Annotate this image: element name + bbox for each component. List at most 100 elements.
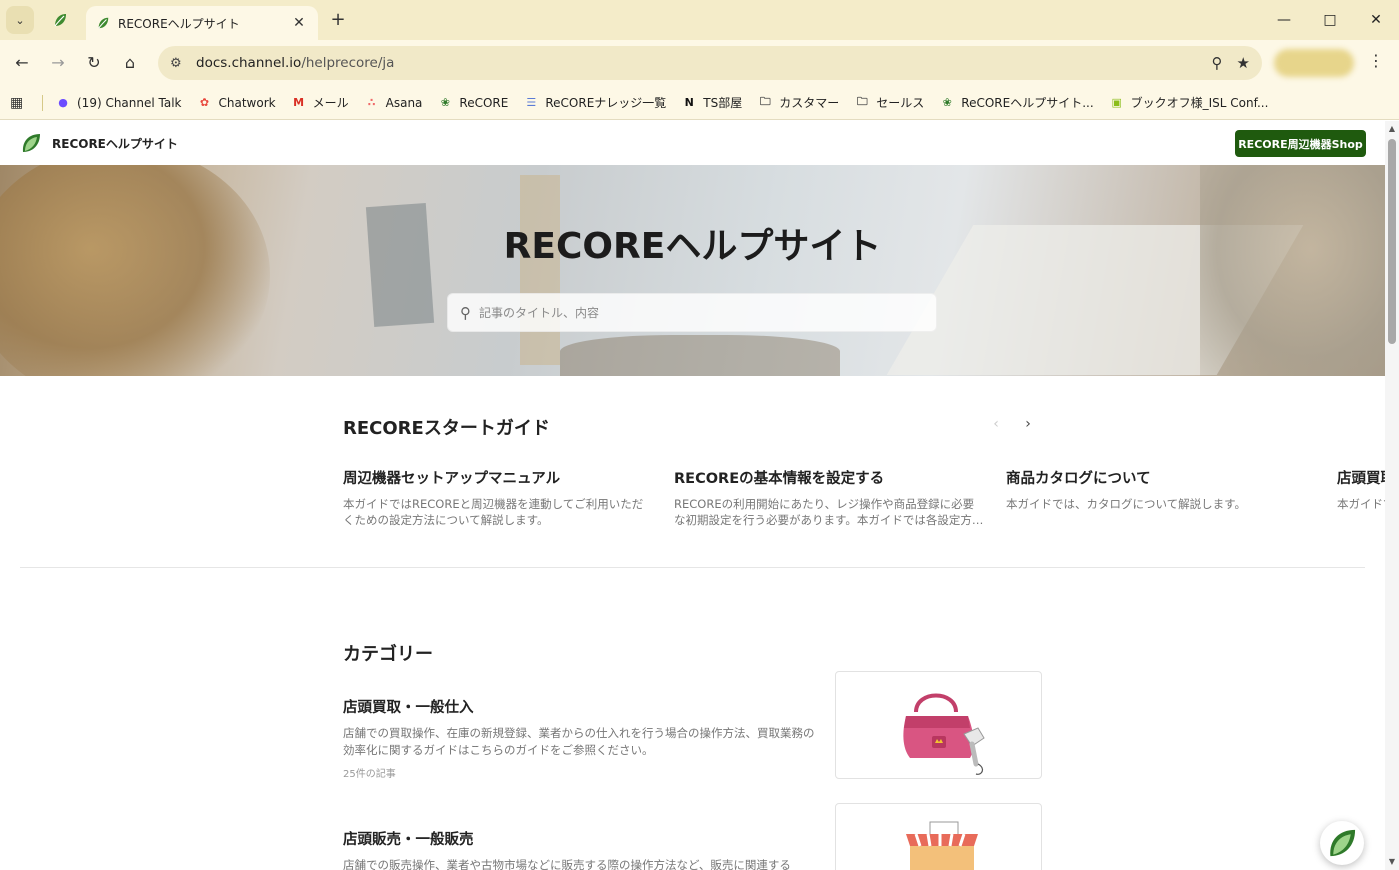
folder-icon: 🗀 <box>759 95 771 108</box>
bookmark-item[interactable]: ▣ ブックオフ様_ISL Conf... <box>1109 94 1269 111</box>
recore-leaf-icon: ❀ <box>942 96 952 109</box>
chatwork-icon: ✿ <box>199 96 210 109</box>
tab-title: RECOREヘルプサイト <box>118 16 240 31</box>
category-title[interactable]: 店頭買取・一般仕入 <box>343 696 818 717</box>
bookmark-item[interactable]: ❀ ReCORE <box>437 95 509 111</box>
scroll-up-icon[interactable]: ▲ <box>1387 124 1397 133</box>
category-image[interactable] <box>835 803 1042 870</box>
guide-card[interactable]: 周辺機器セットアップマニュアル 本ガイドではRECOREと周辺機器を連動してご利… <box>343 467 653 528</box>
knowledge-icon: ☰ <box>526 96 537 109</box>
folder-icon: 🗀 <box>856 95 868 108</box>
guide-card[interactable]: 商品カタログについて 本ガイドでは、カタログについて解説します。 <box>1006 467 1316 512</box>
new-tab-button[interactable]: + <box>326 8 350 32</box>
url-path: /helprecore/ja <box>301 55 395 71</box>
bookmark-label: TS部屋 <box>703 96 743 110</box>
zoom-icon[interactable]: ⚲ <box>1212 54 1223 72</box>
category-title[interactable]: 店頭販売・一般販売 <box>343 828 818 849</box>
bookmark-item[interactable]: 🗀 カスタマー <box>757 94 840 111</box>
url-host: docs.channel.io <box>196 55 302 71</box>
start-guide-title: RECOREスタートガイド <box>343 418 550 439</box>
guide-card-desc: 本ガイドでは店頭買取の操作方法について解説します。 <box>1337 497 1385 511</box>
home-icon[interactable]: ⌂ <box>118 51 142 75</box>
guide-card[interactable]: 店頭買取 本ガイドでは店頭買取の操作方法について解説します。 <box>1337 467 1385 512</box>
bookmark-label: ブックオフ様_ISL Conf... <box>1130 96 1269 110</box>
forward-arrow-icon[interactable]: → <box>46 51 70 75</box>
more-menu-icon[interactable]: ⋮ <box>1366 51 1386 75</box>
category-image[interactable] <box>835 671 1042 779</box>
hero-banner: RECOREヘルプサイト ⚲ <box>0 165 1385 376</box>
bookmark-item[interactable]: ● (19) Channel Talk <box>55 95 182 111</box>
site-info-icon[interactable]: ⚙ <box>170 56 192 71</box>
handbag-scanner-icon <box>903 693 985 775</box>
bookmark-item[interactable]: ✿ Chatwork <box>197 95 276 111</box>
category-text: 店頭買取・一般仕入 店舗での買取操作、在庫の新規登録、業者からの仕入れを行う場合… <box>343 696 818 780</box>
shop-button[interactable]: RECORE周辺機器Shop <box>1235 130 1366 157</box>
chat-launcher-button[interactable] <box>1320 821 1364 865</box>
recore-leaf-icon: ❀ <box>440 96 451 109</box>
gmail-icon: M <box>293 96 305 109</box>
bookmark-label: メール <box>312 96 349 110</box>
recore-leaf-icon <box>1330 829 1356 857</box>
search-icon: ⚲ <box>460 303 471 322</box>
back-arrow-icon[interactable]: ← <box>10 51 34 75</box>
guide-card[interactable]: RECOREの基本情報を設定する RECOREの利用開始にあたり、レジ操作や商品… <box>674 467 984 528</box>
carousel-next-icon[interactable]: › <box>1018 414 1038 434</box>
page-scrollbar[interactable]: ▲ ▼ <box>1385 121 1399 870</box>
monitor-icon: ▣ <box>1111 96 1122 109</box>
category-desc: 店舗での販売操作、業者や古物市場などに販売する際の操作方法など、販売に関連する <box>343 858 791 870</box>
profile-button[interactable] <box>1274 49 1354 77</box>
page-viewport: RECOREヘルプサイト RECORE周辺機器Shop RECOREヘルプサイト… <box>0 121 1385 870</box>
close-window-icon[interactable]: ✕ <box>1364 8 1388 32</box>
site-name[interactable]: RECOREヘルプサイト <box>52 135 178 152</box>
hero-search-box[interactable]: ⚲ <box>447 293 937 332</box>
channel-talk-icon: ● <box>58 96 68 109</box>
minimize-icon[interactable]: — <box>1272 8 1296 32</box>
url-text[interactable]: docs.channel.io/helprecore/ja <box>196 55 1198 71</box>
guide-card-title: 商品カタログについて <box>1006 471 1151 487</box>
scroll-down-icon[interactable]: ▼ <box>1387 857 1397 866</box>
guide-card-title: RECOREの基本情報を設定する <box>674 471 885 487</box>
carousel-prev-icon[interactable]: ‹ <box>986 414 1006 434</box>
bookmark-label: ReCORE <box>459 95 509 110</box>
pinned-tab[interactable] <box>46 8 74 32</box>
hero-photo-person <box>1200 165 1385 376</box>
recore-leaf-icon <box>54 14 66 27</box>
category-text: 店頭販売・一般販売 店舗での販売操作、業者や古物市場などに販売する際の操作方法な… <box>343 828 818 870</box>
hero-photo-hair <box>0 165 270 376</box>
bookmark-star-icon[interactable]: ★ <box>1237 54 1250 72</box>
bookmark-item[interactable]: M メール <box>291 94 349 111</box>
bookmark-label: Chatwork <box>218 95 276 110</box>
browser-tab-bar: ⌄ RECOREヘルプサイト ✕ + — □ ✕ <box>0 0 1399 40</box>
bookmark-item[interactable]: 🗀 セールス <box>854 94 925 111</box>
reload-icon[interactable]: ↻ <box>82 51 106 75</box>
close-tab-icon[interactable]: ✕ <box>290 15 308 31</box>
bookmarks-separator <box>42 94 43 111</box>
tab-search-button[interactable]: ⌄ <box>6 6 34 34</box>
hero-photo-desk <box>560 335 840 376</box>
bookmarks-bar: ▦ ● (19) Channel Talk ✿ Chatwork M メール ∴ Asana ❀… <box>0 86 1399 120</box>
browser-toolbar: ← → ↻ ⌂ ⚙ docs.channel.io/helprecore/ja … <box>0 40 1399 86</box>
hero-photo-object <box>520 175 560 365</box>
bookmark-item[interactable]: ❀ ReCOREヘルプサイト... <box>939 94 1094 111</box>
scrollbar-thumb[interactable] <box>1388 139 1396 344</box>
maximize-icon[interactable]: □ <box>1318 8 1342 32</box>
bookmark-label: (19) Channel Talk <box>77 95 182 110</box>
address-bar[interactable]: ⚙ docs.channel.io/helprecore/ja ⚲ ★ <box>158 46 1262 80</box>
bookmark-label: ReCOREナレッジ一覧 <box>545 96 667 110</box>
hero-title: RECOREヘルプサイト <box>503 226 882 267</box>
bookmark-label: カスタマー <box>779 96 840 110</box>
apps-grid-icon[interactable]: ▦ <box>10 95 32 111</box>
guide-card-desc: 本ガイドでは、カタログについて解説します。 <box>1006 497 1247 511</box>
search-input[interactable] <box>479 294 936 331</box>
bookmark-list: ● (19) Channel Talk ✿ Chatwork M メール ∴ Asana ❀ Re… <box>55 94 1283 111</box>
bookmark-item[interactable]: N TS部屋 <box>681 94 743 111</box>
category-desc: 店舗での買取操作、在庫の新規登録、業者からの仕入れを行う場合の操作方法、買取業務… <box>343 726 815 757</box>
guide-card-title: 周辺機器セットアップマニュアル <box>343 471 561 487</box>
guide-card-desc: 本ガイドではRECOREと周辺機器を連動してご利用いただくための設定方法について… <box>343 497 644 527</box>
recore-logo-icon[interactable] <box>20 132 42 154</box>
active-tab[interactable]: RECOREヘルプサイト ✕ <box>86 6 318 40</box>
guide-card-title: 店頭買取 <box>1337 471 1385 487</box>
bookmark-item[interactable]: ∴ Asana <box>364 95 423 111</box>
bookmark-item[interactable]: ☰ ReCOREナレッジ一覧 <box>523 94 666 111</box>
notion-icon: N <box>684 96 694 109</box>
